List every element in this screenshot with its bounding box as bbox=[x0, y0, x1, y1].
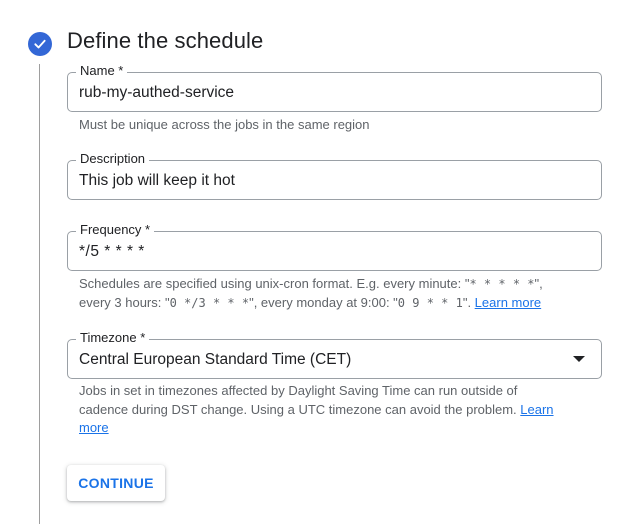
name-input[interactable]: rub-my-authed-service bbox=[79, 83, 234, 103]
name-label: Name * bbox=[76, 62, 128, 80]
step-title: Define the schedule bbox=[67, 28, 264, 53]
cron-example-minute: * * * * * bbox=[469, 277, 535, 291]
timezone-select[interactable]: Timezone * Central European Standard Tim… bbox=[67, 329, 602, 379]
timezone-hint: Jobs in set in timezones affected by Day… bbox=[79, 382, 569, 438]
timezone-label: Timezone * bbox=[76, 329, 150, 347]
cron-example-monday: 0 9 * * 1 bbox=[397, 295, 463, 310]
frequency-label: Frequency * bbox=[76, 221, 155, 239]
continue-button[interactable]: CONTINUE bbox=[67, 465, 165, 501]
hint-text: Jobs in set in timezones affected by Day… bbox=[79, 383, 521, 417]
frequency-field[interactable]: Frequency * */5 * * * * bbox=[67, 221, 602, 271]
dropdown-arrow-icon[interactable] bbox=[573, 356, 585, 362]
name-field[interactable]: Name * rub-my-authed-service bbox=[67, 62, 602, 112]
description-label: Description bbox=[76, 150, 150, 168]
name-hint: Must be unique across the jobs in the sa… bbox=[79, 117, 370, 132]
frequency-hint: Schedules are specified using unix-cron … bbox=[79, 275, 569, 312]
cron-example-3hours: 0 */3 * * * bbox=[169, 295, 250, 310]
frequency-input[interactable]: */5 * * * * bbox=[79, 242, 145, 262]
description-input[interactable]: This job will keep it hot bbox=[79, 171, 235, 191]
checkmark-icon bbox=[34, 39, 46, 49]
hint-text: ", bbox=[534, 276, 543, 291]
step-connector-line bbox=[39, 64, 40, 524]
hint-text: ". bbox=[462, 294, 475, 310]
frequency-learn-more-link[interactable]: Learn more bbox=[475, 295, 541, 310]
hint-text: Schedules are specified using unix-cron … bbox=[79, 276, 470, 291]
description-field[interactable]: Description This job will keep it hot bbox=[67, 150, 602, 200]
check-circle-icon bbox=[28, 32, 52, 56]
hint-text: ", every monday at 9:00: " bbox=[249, 294, 398, 310]
hint-text: every 3 hours: " bbox=[79, 294, 170, 310]
timezone-selected-value[interactable]: Central European Standard Time (CET) bbox=[79, 350, 351, 370]
